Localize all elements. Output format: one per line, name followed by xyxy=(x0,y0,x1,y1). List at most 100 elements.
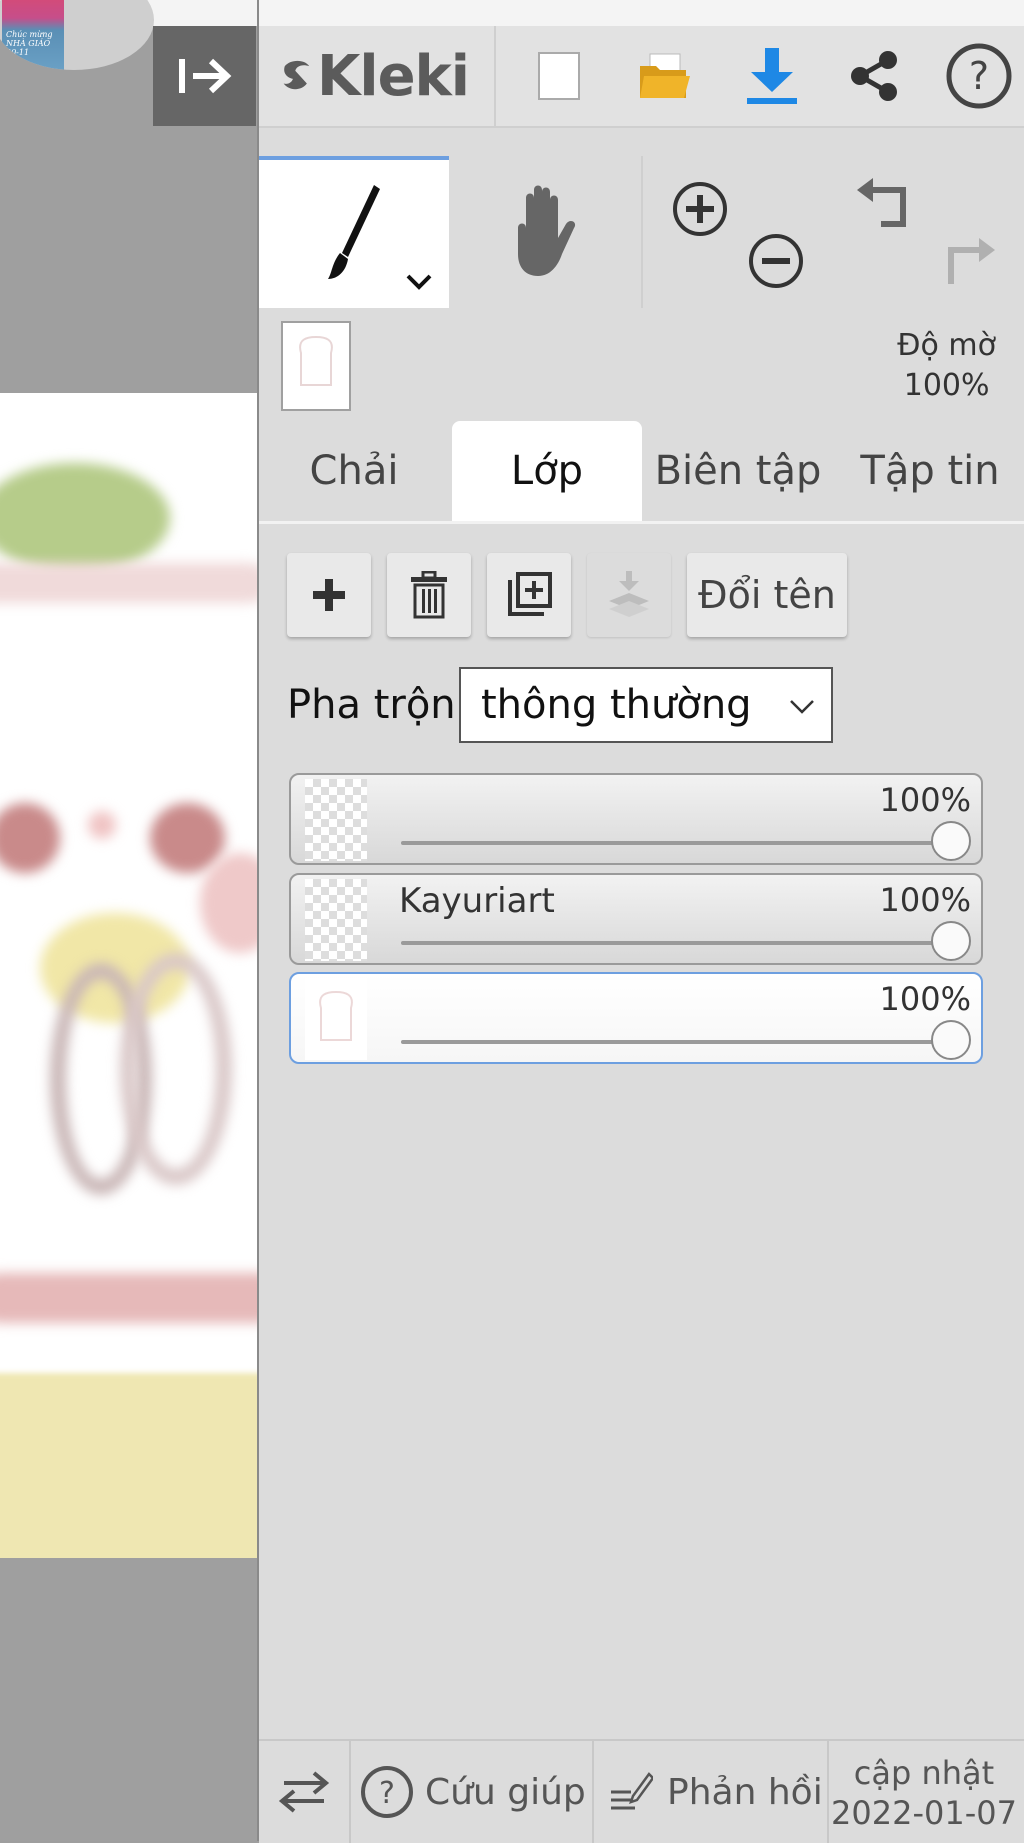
blend-mode-label: Pha trộn xyxy=(287,682,456,728)
layer-thumbnail xyxy=(305,978,367,1060)
canvas-area[interactable]: Chúc mừng NHÀ GIÁO 20-11 xyxy=(0,0,257,1841)
avatar-caption: Chúc mừng NHÀ GIÁO 20-11 xyxy=(6,30,53,57)
pink-side-shape xyxy=(200,853,257,953)
new-file-icon xyxy=(538,52,580,100)
top-toolbar: Kleki ? xyxy=(259,26,1024,128)
toolbar-divider xyxy=(494,26,496,126)
plus-icon xyxy=(313,579,345,611)
tab-file[interactable]: Tập tin xyxy=(834,421,1024,521)
update-info: cập nhật 2022-01-07 xyxy=(829,1741,1019,1843)
add-layer-button[interactable] xyxy=(287,553,371,637)
avatar: Chúc mừng NHÀ GIÁO 20-11 xyxy=(0,0,154,70)
layer-thumb-icon xyxy=(319,990,353,1041)
merge-down-icon xyxy=(609,571,649,617)
slider-knob[interactable] xyxy=(931,1020,971,1060)
brush-preview xyxy=(281,321,351,411)
browser-strip-right xyxy=(259,0,1024,26)
kleki-logo[interactable]: Kleki xyxy=(279,26,470,126)
swap-sides-button[interactable] xyxy=(259,1741,349,1843)
open-file-button[interactable] xyxy=(619,26,709,126)
opacity-value: 100% xyxy=(903,368,990,403)
layer-opacity-slider[interactable] xyxy=(401,1040,955,1044)
zoom-out-icon[interactable] xyxy=(747,232,805,290)
hand-tool-button[interactable] xyxy=(451,156,643,308)
help-label: Cứu giúp xyxy=(425,1771,586,1813)
svg-text:?: ? xyxy=(379,1776,395,1811)
feedback-label: Phản hồi xyxy=(667,1771,823,1813)
brush-icon xyxy=(328,185,380,279)
zoom-in-icon[interactable] xyxy=(671,180,729,238)
bottom-bar: ? Cứu giúp Phản hồi cập nhật 2022-01-07 xyxy=(259,1739,1024,1843)
chevron-down-icon xyxy=(790,700,814,714)
panel-tabs: Chải Lớp Biên tập Tập tin xyxy=(259,421,1024,521)
tab-edit[interactable]: Biên tập xyxy=(642,421,834,521)
layer-thumbnail xyxy=(305,879,367,961)
app-name: Kleki xyxy=(316,43,470,109)
blend-mode-select[interactable]: thông thường xyxy=(459,667,833,743)
tabs-underline xyxy=(259,521,1024,524)
updated-label: cập nhật xyxy=(853,1754,995,1792)
blend-mode-value: thông thường xyxy=(481,682,752,728)
layer-opacity: 100% xyxy=(879,781,971,819)
folder-icon xyxy=(640,53,690,98)
feedback-link[interactable]: Phản hồi xyxy=(609,1741,824,1843)
duplicate-icon xyxy=(508,572,552,616)
download-button[interactable] xyxy=(722,26,822,126)
layer-opacity-slider[interactable] xyxy=(401,941,955,945)
swap-arrows-icon xyxy=(278,1771,330,1813)
right-arm-shape xyxy=(120,953,232,1185)
green-leaf-shape xyxy=(0,463,170,573)
avatar-image: Chúc mừng NHÀ GIÁO 20-11 xyxy=(2,0,64,70)
layer-item[interactable]: Kayuriart 100% xyxy=(289,873,983,965)
help-link[interactable]: ? Cứu giúp xyxy=(359,1741,589,1843)
pink-band-shape xyxy=(0,1273,257,1323)
drawing-canvas[interactable] xyxy=(0,393,257,1558)
feedback-pen-icon xyxy=(611,1772,653,1810)
svg-text:?: ? xyxy=(968,54,988,98)
redo-icon[interactable] xyxy=(939,234,999,294)
hand-icon xyxy=(518,185,576,276)
opacity-label: Độ mờ xyxy=(897,328,996,363)
zoom-controls xyxy=(643,156,833,308)
pink-arc-shape xyxy=(0,563,257,603)
slider-knob[interactable] xyxy=(931,821,971,861)
download-icon xyxy=(747,48,797,104)
share-button[interactable] xyxy=(829,26,919,126)
layer-item[interactable]: 100% xyxy=(289,773,983,865)
layer-name: Kayuriart xyxy=(399,881,555,921)
layer-opacity-slider[interactable] xyxy=(401,841,955,845)
trash-icon xyxy=(411,571,447,619)
divider xyxy=(592,1741,594,1843)
duplicate-layer-button[interactable] xyxy=(487,553,571,637)
nose-shape xyxy=(88,811,116,839)
help-circle-icon: ? xyxy=(946,43,1011,109)
layer-thumbnail xyxy=(305,779,367,861)
help-circle-icon: ? xyxy=(361,1766,413,1818)
share-icon xyxy=(851,51,897,101)
divider xyxy=(349,1741,351,1843)
undo-icon[interactable] xyxy=(855,178,915,238)
kleki-logo-icon xyxy=(283,60,310,90)
tab-layers[interactable]: Lớp xyxy=(452,421,642,521)
collapse-panel-button[interactable] xyxy=(153,26,256,126)
yellow-base-shape xyxy=(0,1373,257,1558)
rename-layer-button[interactable]: Đổi tên xyxy=(687,553,847,637)
tab-brush[interactable]: Chải xyxy=(259,421,449,521)
side-panel: Kleki ? Độ mờ 100% Chải Lớp Biên tập Tập… xyxy=(257,0,1024,1843)
slider-knob[interactable] xyxy=(931,921,971,961)
updated-date: 2022-01-07 xyxy=(831,1794,1017,1832)
right-cheek-shape xyxy=(150,803,225,873)
history-controls xyxy=(835,156,1024,308)
chevron-down-icon[interactable] xyxy=(405,272,433,292)
layer-item-selected[interactable]: 100% xyxy=(289,972,983,1064)
new-file-button[interactable] xyxy=(514,26,604,126)
help-button[interactable]: ? xyxy=(931,26,1024,126)
merge-down-button[interactable] xyxy=(587,553,671,637)
layer-opacity: 100% xyxy=(879,881,971,919)
brush-opacity-readout: Độ mờ 100% xyxy=(897,326,996,406)
tool-row xyxy=(259,156,1024,308)
delete-layer-button[interactable] xyxy=(387,553,471,637)
collapse-arrow-icon xyxy=(178,58,231,94)
left-cheek-shape xyxy=(0,803,60,873)
brush-tool-button[interactable] xyxy=(259,156,449,308)
